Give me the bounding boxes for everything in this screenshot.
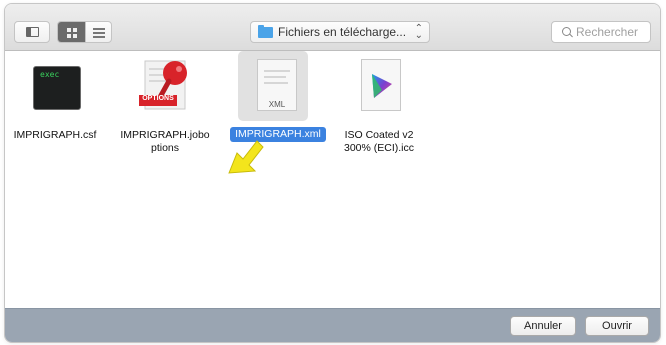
file-browser: exec IMPRIGRAPH.csf OPTIONS IMPRIGRAPH.j… <box>5 51 660 308</box>
file-name-line2: 300% (ECI).icc <box>343 142 415 154</box>
cancel-button[interactable]: Annuler <box>510 316 576 336</box>
file-open-dialog: Fichiers en télécharge... ⌃ ⌄ Rechercher … <box>4 3 661 343</box>
color-triangle-icon <box>372 74 392 98</box>
open-button[interactable]: Ouvrir <box>585 316 649 336</box>
file-name: IMPRIGRAPH.jobo ptions <box>115 129 215 155</box>
icon-view-button[interactable] <box>58 22 85 42</box>
color-profile-icon <box>361 59 401 111</box>
joboptions-badge: OPTIONS <box>142 95 174 102</box>
terminal-exec-text: exec <box>40 70 60 79</box>
search-field[interactable]: Rechercher <box>551 21 651 43</box>
list-view-button[interactable] <box>85 22 111 42</box>
view-mode-control <box>57 21 112 43</box>
dialog-footer: Annuler Ouvrir <box>5 308 660 342</box>
search-placeholder: Rechercher <box>576 25 639 39</box>
folder-icon <box>258 25 273 38</box>
sidebar-toggle-button[interactable] <box>14 21 50 43</box>
file-name-line1: IMPRIGRAPH.jobo <box>120 129 210 141</box>
file-name-line2: ptions <box>150 142 180 154</box>
joboptions-pin-icon <box>139 60 187 110</box>
file-open-dialog-backdrop: Fichiers en télécharge... ⌃ ⌄ Rechercher … <box>0 0 666 345</box>
search-icon <box>562 27 571 36</box>
location-label: Fichiers en télécharge... <box>278 25 407 39</box>
chevron-updown-icon: ⌃ ⌄ <box>414 23 423 41</box>
terminal-exec-icon: exec <box>33 66 81 110</box>
file-name: ISO Coated v2 300% (ECI).icc <box>329 129 429 155</box>
toolbar: Fichiers en télécharge... ⌃ ⌄ Rechercher <box>5 4 660 51</box>
file-name: IMPRIGRAPH.csf <box>13 129 97 141</box>
grid-icon <box>67 28 77 38</box>
xml-icon-text: XML <box>268 100 286 109</box>
sidebar-icon <box>26 27 39 37</box>
pointer-arrow-icon <box>228 140 264 174</box>
file-name-line1: ISO Coated v2 <box>344 129 414 141</box>
list-icon <box>93 28 105 38</box>
xml-document-icon: XML <box>257 59 297 111</box>
location-popup[interactable]: Fichiers en télécharge... ⌃ ⌄ <box>250 21 430 43</box>
